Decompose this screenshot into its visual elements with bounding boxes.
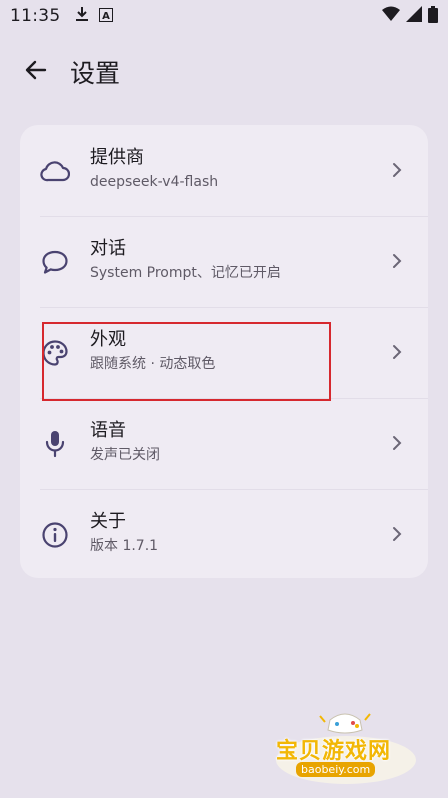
chat-bubble-icon <box>40 247 70 277</box>
chevron-right-icon <box>390 343 404 361</box>
svg-text:A: A <box>102 11 110 22</box>
download-icon <box>75 6 89 26</box>
settings-item-conversation[interactable]: 对话 System Prompt、记忆已开启 <box>20 216 428 307</box>
wifi-icon <box>382 6 400 26</box>
chevron-right-icon <box>390 161 404 179</box>
settings-item-provider[interactable]: 提供商 deepseek-v4-flash <box>20 125 428 216</box>
cloud-icon <box>40 156 70 186</box>
chevron-right-icon <box>390 252 404 270</box>
back-button[interactable] <box>16 52 56 92</box>
microphone-icon <box>40 429 70 459</box>
highlight-box <box>42 322 331 401</box>
chevron-right-icon <box>390 525 404 543</box>
settings-item-title: 关于 <box>90 511 126 532</box>
info-icon <box>40 520 70 550</box>
settings-item-subtitle: 发声已关闭 <box>90 447 160 463</box>
settings-item-subtitle: deepseek-v4-flash <box>90 174 219 190</box>
battery-icon <box>428 5 438 27</box>
signal-icon <box>406 6 422 26</box>
status-bar: 11:35 A <box>0 0 448 32</box>
chevron-right-icon <box>390 434 404 452</box>
watermark-url: baobeiy.com <box>296 762 376 777</box>
page-title: 设置 <box>70 59 121 88</box>
settings-item-title: 语音 <box>90 420 126 441</box>
app-bar: 设置 <box>0 44 448 100</box>
status-time: 11:35 <box>10 6 61 26</box>
settings-item-subtitle: System Prompt、记忆已开启 <box>90 265 281 281</box>
settings-item-subtitle: 版本 1.7.1 <box>90 538 159 554</box>
settings-item-voice[interactable]: 语音 发声已关闭 <box>20 398 428 489</box>
settings-item-about[interactable]: 关于 版本 1.7.1 <box>20 489 428 580</box>
watermark-logo: 宝贝游戏网 baobeiy.com <box>270 700 420 790</box>
settings-item-title: 提供商 <box>90 147 144 168</box>
settings-item-title: 对话 <box>90 238 126 259</box>
arrow-left-icon <box>24 58 48 86</box>
watermark-text: 宝贝游戏网 <box>276 739 392 764</box>
a-notification-icon: A <box>98 7 113 26</box>
